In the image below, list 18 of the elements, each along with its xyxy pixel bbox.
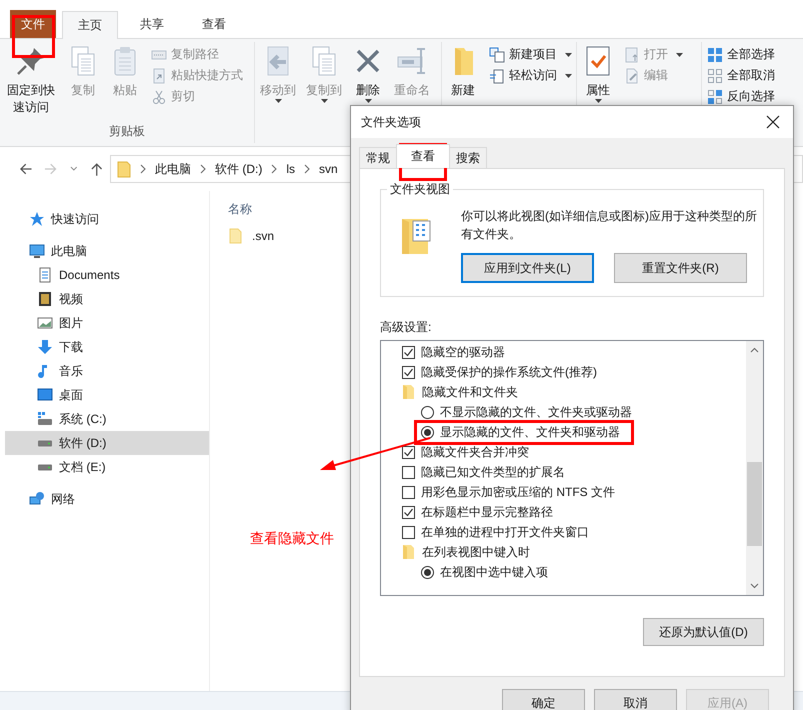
- setting-label: 在单独的进程中打开文件夹窗口: [421, 526, 589, 538]
- group-label: 剪贴板: [108, 123, 146, 140]
- setting-label: 在标题栏中显示完整路径: [421, 506, 553, 518]
- setting-label: 显示隐藏的文件、文件夹和驱动器: [440, 426, 620, 438]
- setting-label: 隐藏文件和文件夹: [422, 386, 518, 398]
- setting-label: 隐藏已知文件类型的扩展名: [421, 466, 565, 478]
- group-title: 文件夹视图: [387, 181, 453, 198]
- section-label: 高级设置:: [380, 320, 432, 335]
- annotation-text: 查看隐藏文件: [250, 530, 334, 548]
- setting-label: 隐藏受保护的操作系统文件(推荐): [421, 366, 597, 378]
- setting-label: 不显示隐藏的文件、文件夹或驱动器: [440, 406, 632, 418]
- setting-label: 在视图中选中键入项: [440, 566, 548, 578]
- setting-label: 在列表视图中键入时: [422, 546, 530, 558]
- setting-label: 隐藏空的驱动器: [421, 346, 505, 358]
- setting-label: 用彩色显示加密或压缩的 NTFS 文件: [421, 486, 615, 498]
- description-text: 你可以将此视图(如详细信息或图标)应用于这种类型的所有文件夹。: [461, 208, 757, 243]
- dialog-title: 文件夹选项: [361, 114, 421, 130]
- setting-label: 隐藏文件夹合并冲突: [421, 446, 529, 458]
